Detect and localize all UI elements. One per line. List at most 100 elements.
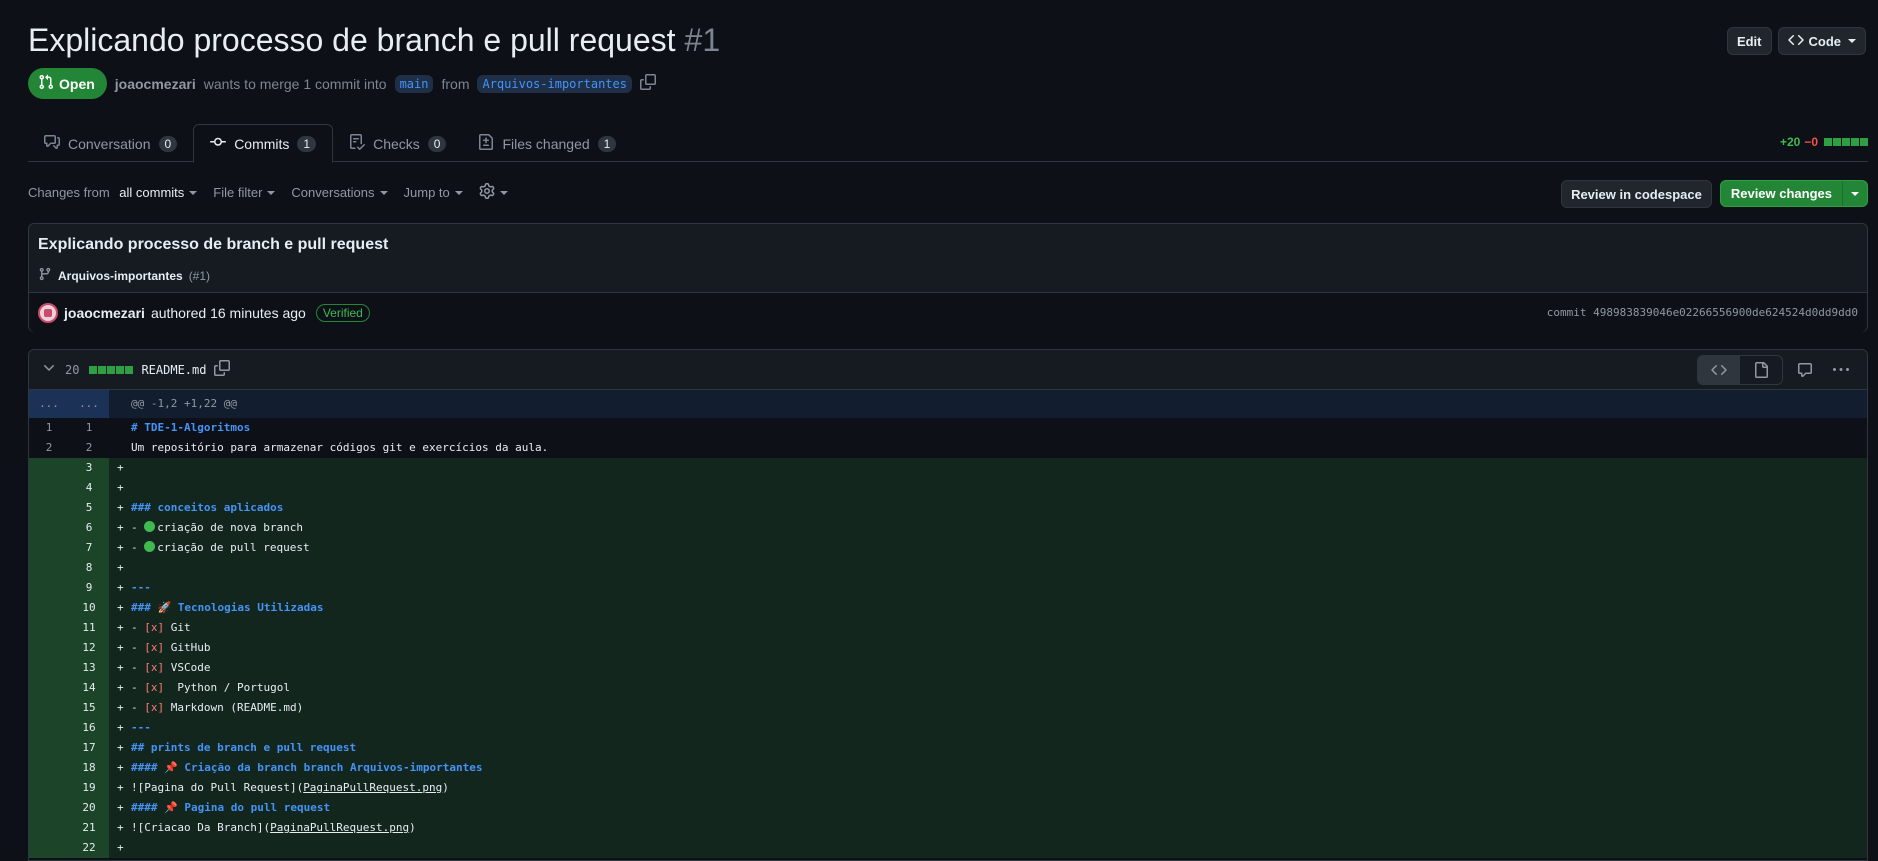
commit-pr-link[interactable]: (#1) [189,269,210,283]
edit-button[interactable]: Edit [1726,27,1772,55]
old-line-number[interactable] [29,798,69,818]
chevron-down-icon[interactable] [41,360,57,379]
additions-count: +20 [1779,135,1801,149]
new-line-number[interactable]: 21 [69,818,109,838]
old-line-number[interactable] [29,538,69,558]
new-line-number[interactable]: 13 [69,658,109,678]
tab-files-changed[interactable]: Files changed 1 [462,124,632,163]
old-line-number[interactable] [29,498,69,518]
commit-title[interactable]: Explicando processo de branch e pull req… [38,236,1858,254]
old-line-number[interactable] [29,578,69,598]
verified-badge[interactable]: Verified [315,303,370,322]
new-line-number[interactable]: 15 [69,698,109,718]
expand-down-button[interactable]: ... [69,390,109,418]
new-line-number[interactable]: 7 [69,538,109,558]
header-actions: Edit Code [1726,27,1866,55]
new-line-number[interactable]: 11 [69,618,109,638]
new-line-number[interactable]: 9 [69,578,109,598]
new-line-number[interactable]: 12 [69,638,109,658]
code-label: Code [1808,33,1842,49]
authored-time: authored 16 minutes ago [150,304,306,321]
tab-commits[interactable]: Commits 1 [193,124,334,163]
head-branch-link[interactable]: Arquivos-importantes [477,74,632,93]
new-line-number[interactable]: 3 [69,458,109,478]
new-line-number[interactable]: 8 [69,558,109,578]
old-line-number[interactable] [29,738,69,758]
new-line-number[interactable]: 5 [69,498,109,518]
new-line-number[interactable]: 18 [69,758,109,778]
old-line-number[interactable] [29,618,69,638]
new-line-number[interactable]: 19 [69,778,109,798]
jump-to-dropdown[interactable]: Jump to [404,185,463,200]
old-line-number[interactable]: 1 [29,418,69,438]
avatar[interactable] [38,302,58,323]
rich-view-icon[interactable] [1740,356,1782,384]
conversations-dropdown[interactable]: Conversations [291,185,388,200]
comment-icon[interactable] [1791,356,1819,384]
review-codespace-label: Review in codespace [1571,186,1702,202]
diff-file: 20 README.md ... ... @@ -1,2 +1,22 @@ 11… [28,349,1868,861]
new-line-number[interactable]: 16 [69,718,109,738]
old-line-number[interactable] [29,818,69,838]
file-change-count: 20 [65,362,80,377]
diff-line: 18 + #### 📌 Criação da branch branch Arqui… [29,758,1867,778]
chevron-down-icon [267,190,276,195]
new-line-number[interactable]: 2 [69,438,109,458]
new-line-number[interactable]: 6 [69,518,109,538]
diff-settings-dropdown[interactable] [479,183,508,202]
edit-label: Edit [1736,33,1762,49]
code-line: + - criação de pull request [109,538,1867,558]
new-line-number[interactable]: 20 [69,798,109,818]
new-line-number[interactable]: 10 [69,598,109,618]
old-line-number[interactable] [29,598,69,618]
chevron-down-icon [379,190,388,195]
chevron-down-icon [454,190,463,195]
old-line-number[interactable] [29,758,69,778]
pr-tabs: Conversation 0 Commits 1 Checks 0 Files … [28,124,1868,163]
new-line-number[interactable]: 17 [69,738,109,758]
old-line-number[interactable] [29,698,69,718]
changes-from-dropdown[interactable]: Changes from all commits [28,185,198,200]
chevron-down-icon[interactable] [1843,191,1867,196]
new-line-number[interactable]: 1 [69,418,109,438]
base-branch-link[interactable]: main [394,74,434,93]
file-filter-dropdown[interactable]: File filter [213,185,276,200]
old-line-number[interactable] [29,678,69,698]
code-line: + [109,478,1867,498]
old-line-number[interactable] [29,558,69,578]
code-view-icon[interactable] [1698,355,1740,384]
expand-up-button[interactable]: ... [29,390,69,418]
new-line-number[interactable]: 14 [69,678,109,698]
copy-icon[interactable] [639,74,656,93]
old-line-number[interactable] [29,718,69,738]
new-line-number[interactable]: 22 [69,838,109,858]
file-name-link[interactable]: README.md [141,363,206,377]
code-button[interactable]: Code [1777,27,1866,55]
review-changes-button[interactable]: Review changes [1719,180,1868,207]
code-line: + - [x] GitHub [109,638,1867,658]
diff-line: 2 2 Um repositório para armazenar códigos … [29,438,1867,458]
old-line-number[interactable] [29,658,69,678]
diff-line: 16 + --- [29,718,1867,738]
old-line-number[interactable] [29,518,69,538]
diff-line: 21 + ![Criacao Da Branch](PaginaPullReques… [29,818,1867,838]
old-line-number[interactable] [29,778,69,798]
new-line-number[interactable]: 4 [69,478,109,498]
diff-table: ... ... @@ -1,2 +1,22 @@ 1 1 # TDE-1-Algor… [29,390,1867,858]
kebab-menu-icon[interactable] [1827,356,1855,384]
review-in-codespace-button[interactable]: Review in codespace [1561,180,1712,208]
old-line-number[interactable] [29,638,69,658]
old-line-number[interactable]: 2 [29,438,69,458]
code-line: + ![Pagina do Pull Request](PaginaPullReq… [109,778,1867,798]
tab-conversation[interactable]: Conversation 0 [28,124,193,163]
old-line-number[interactable] [29,838,69,858]
copy-icon[interactable] [214,360,231,379]
tab-checks[interactable]: Checks 0 [333,124,462,163]
pr-meta: Open joaocmezari wants to merge 1 commit… [28,68,656,99]
commit-author-link[interactable]: joaocmezari [64,305,145,321]
file-filter-label: File filter [213,185,263,200]
old-line-number[interactable] [29,458,69,478]
pr-author-link[interactable]: joaocmezari [115,76,196,92]
commit-branch-link[interactable]: Arquivos-importantes [58,269,183,283]
old-line-number[interactable] [29,478,69,498]
